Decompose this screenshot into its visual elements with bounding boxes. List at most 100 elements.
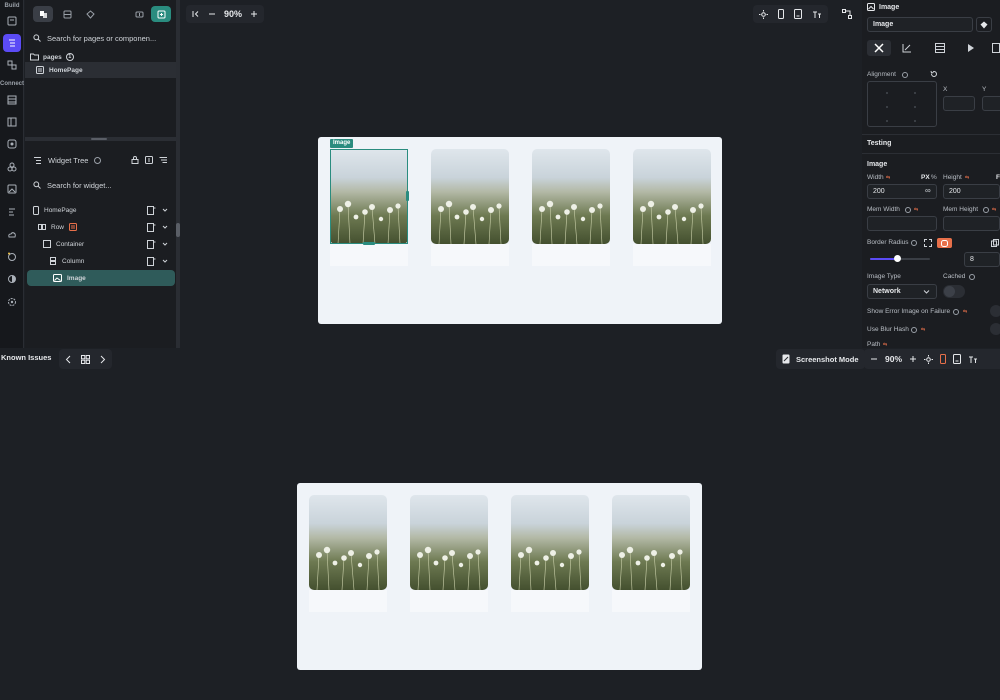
diamond-icon[interactable] — [976, 17, 992, 32]
add-widget-icon[interactable] — [147, 256, 156, 266]
chevron-down-icon[interactable] — [162, 258, 168, 264]
show-error-toggle[interactable] — [990, 305, 1000, 317]
layers-tab-icon[interactable] — [57, 6, 77, 22]
info-icon[interactable] — [953, 309, 959, 315]
chevron-right-icon[interactable] — [100, 355, 106, 364]
page-search-input[interactable]: Search for pages or componen... — [47, 34, 156, 43]
pages-icon[interactable] — [3, 12, 21, 30]
variable-icon[interactable]: ⇆ — [886, 175, 890, 181]
tablet-view-icon[interactable] — [794, 9, 802, 19]
database-icon[interactable] — [3, 91, 21, 109]
collapse-panel-icon[interactable] — [192, 10, 200, 18]
tree-item-row[interactable]: Row — [25, 219, 176, 235]
image-card[interactable] — [431, 149, 509, 266]
page-search[interactable]: Search for pages or componen... — [25, 29, 176, 47]
zoom-out-icon[interactable] — [208, 10, 216, 18]
reset-icon[interactable] — [930, 70, 938, 78]
tree-item-image[interactable]: Image — [27, 270, 175, 286]
filter-icon[interactable] — [159, 156, 168, 164]
alignment-grid[interactable] — [867, 81, 937, 127]
resize-handle-right[interactable] — [406, 191, 409, 201]
text-icon[interactable] — [3, 203, 21, 221]
lock-icon[interactable] — [131, 156, 139, 164]
infinity-icon[interactable]: ∞ — [925, 186, 931, 195]
theme-icon[interactable] — [3, 270, 21, 288]
image-card[interactable]: Image — [330, 139, 409, 266]
border-radius-input[interactable]: 8 — [964, 252, 1000, 267]
known-issues-label[interactable]: Known Issues — [1, 353, 51, 362]
align-x-input[interactable] — [943, 96, 975, 111]
chevron-left-icon[interactable] — [65, 355, 71, 364]
add-widget-icon[interactable] — [147, 222, 156, 232]
min-width-input[interactable] — [867, 216, 937, 231]
px-unit[interactable]: PX — [921, 174, 930, 181]
variable-icon[interactable]: ⇆ — [914, 207, 918, 213]
grid-icon[interactable] — [81, 354, 90, 364]
tree-item-container[interactable]: Container — [25, 236, 176, 252]
variable-icon[interactable]: ⇆ — [965, 175, 969, 181]
info-icon[interactable] — [911, 327, 917, 333]
tablet-view-icon[interactable] — [953, 354, 962, 364]
image-card[interactable] — [633, 149, 711, 266]
info-icon[interactable] — [983, 207, 989, 213]
phone-view-icon[interactable] — [778, 9, 784, 19]
flow-icon[interactable] — [838, 5, 856, 23]
image-card[interactable] — [532, 149, 610, 266]
integrations-icon[interactable] — [3, 158, 21, 176]
canvas-frame-edit[interactable]: Image — [318, 137, 722, 324]
variable-icon[interactable]: ⇆ — [921, 327, 925, 333]
api-icon[interactable] — [3, 135, 21, 153]
phone-view-icon[interactable] — [940, 354, 947, 364]
widget-name-input[interactable]: Image — [867, 17, 973, 32]
cached-toggle[interactable] — [943, 285, 965, 298]
variable-icon[interactable]: ⇆ — [963, 309, 967, 315]
ai-agent-icon[interactable] — [3, 248, 21, 266]
info-icon[interactable] — [905, 207, 911, 213]
image-type-select[interactable]: Network — [867, 284, 937, 299]
height-unit[interactable]: F — [996, 174, 1000, 181]
templates-tab-icon[interactable] — [80, 6, 100, 22]
pages-tab-icon[interactable] — [33, 6, 53, 22]
chevron-down-icon[interactable] — [162, 241, 168, 247]
variable-icon[interactable]: ⇆ — [992, 207, 996, 213]
height-input[interactable]: 200 — [943, 184, 1000, 199]
widget-search-input[interactable]: Search for widget... — [47, 181, 112, 190]
add-widget-icon[interactable] — [147, 205, 156, 215]
align-y-input[interactable] — [982, 96, 1000, 111]
widget-tree-icon[interactable] — [3, 34, 21, 52]
backend-query-tab-icon[interactable] — [902, 43, 912, 53]
light-mode-icon[interactable] — [759, 9, 768, 19]
schema-icon[interactable] — [3, 113, 21, 131]
chevron-down-icon[interactable] — [162, 224, 168, 230]
border-radius-slider[interactable] — [870, 255, 930, 262]
zoom-in-icon[interactable] — [909, 355, 917, 363]
info-icon[interactable] — [969, 274, 975, 280]
info-icon[interactable] — [94, 156, 102, 164]
screenshot-mode-button[interactable]: Screenshot Mode — [776, 349, 865, 369]
code-icon[interactable] — [145, 156, 153, 164]
cloud-icon[interactable] — [3, 226, 21, 244]
zoom-level[interactable]: 90% — [224, 9, 242, 19]
more-tab-icon[interactable] — [992, 43, 1000, 53]
resize-handle-bottom[interactable] — [363, 242, 375, 245]
dandelion-image[interactable] — [633, 149, 711, 244]
light-mode-icon[interactable] — [924, 354, 934, 364]
pct-unit[interactable]: % — [931, 174, 937, 181]
zoom-out-icon[interactable] — [870, 355, 878, 363]
zoom-in-icon[interactable] — [250, 10, 258, 18]
min-height-input[interactable] — [943, 216, 1000, 231]
info-icon[interactable] — [911, 240, 917, 246]
actions-tab-icon[interactable] — [966, 43, 976, 53]
components-icon[interactable] — [3, 56, 21, 74]
dandelion-image[interactable] — [431, 149, 509, 244]
add-widget-icon[interactable] — [147, 239, 156, 249]
blur-hash-toggle[interactable] — [990, 323, 1000, 335]
add-folder-icon[interactable] — [129, 6, 149, 22]
canvas-frame-preview[interactable] — [297, 483, 702, 670]
settings-icon[interactable] — [3, 293, 21, 311]
dandelion-image[interactable] — [532, 149, 610, 244]
tree-item-column[interactable]: Column — [25, 253, 176, 269]
add-page-icon[interactable] — [151, 6, 171, 22]
widget-search[interactable]: Search for widget... — [25, 176, 176, 194]
media-icon[interactable] — [3, 180, 21, 198]
